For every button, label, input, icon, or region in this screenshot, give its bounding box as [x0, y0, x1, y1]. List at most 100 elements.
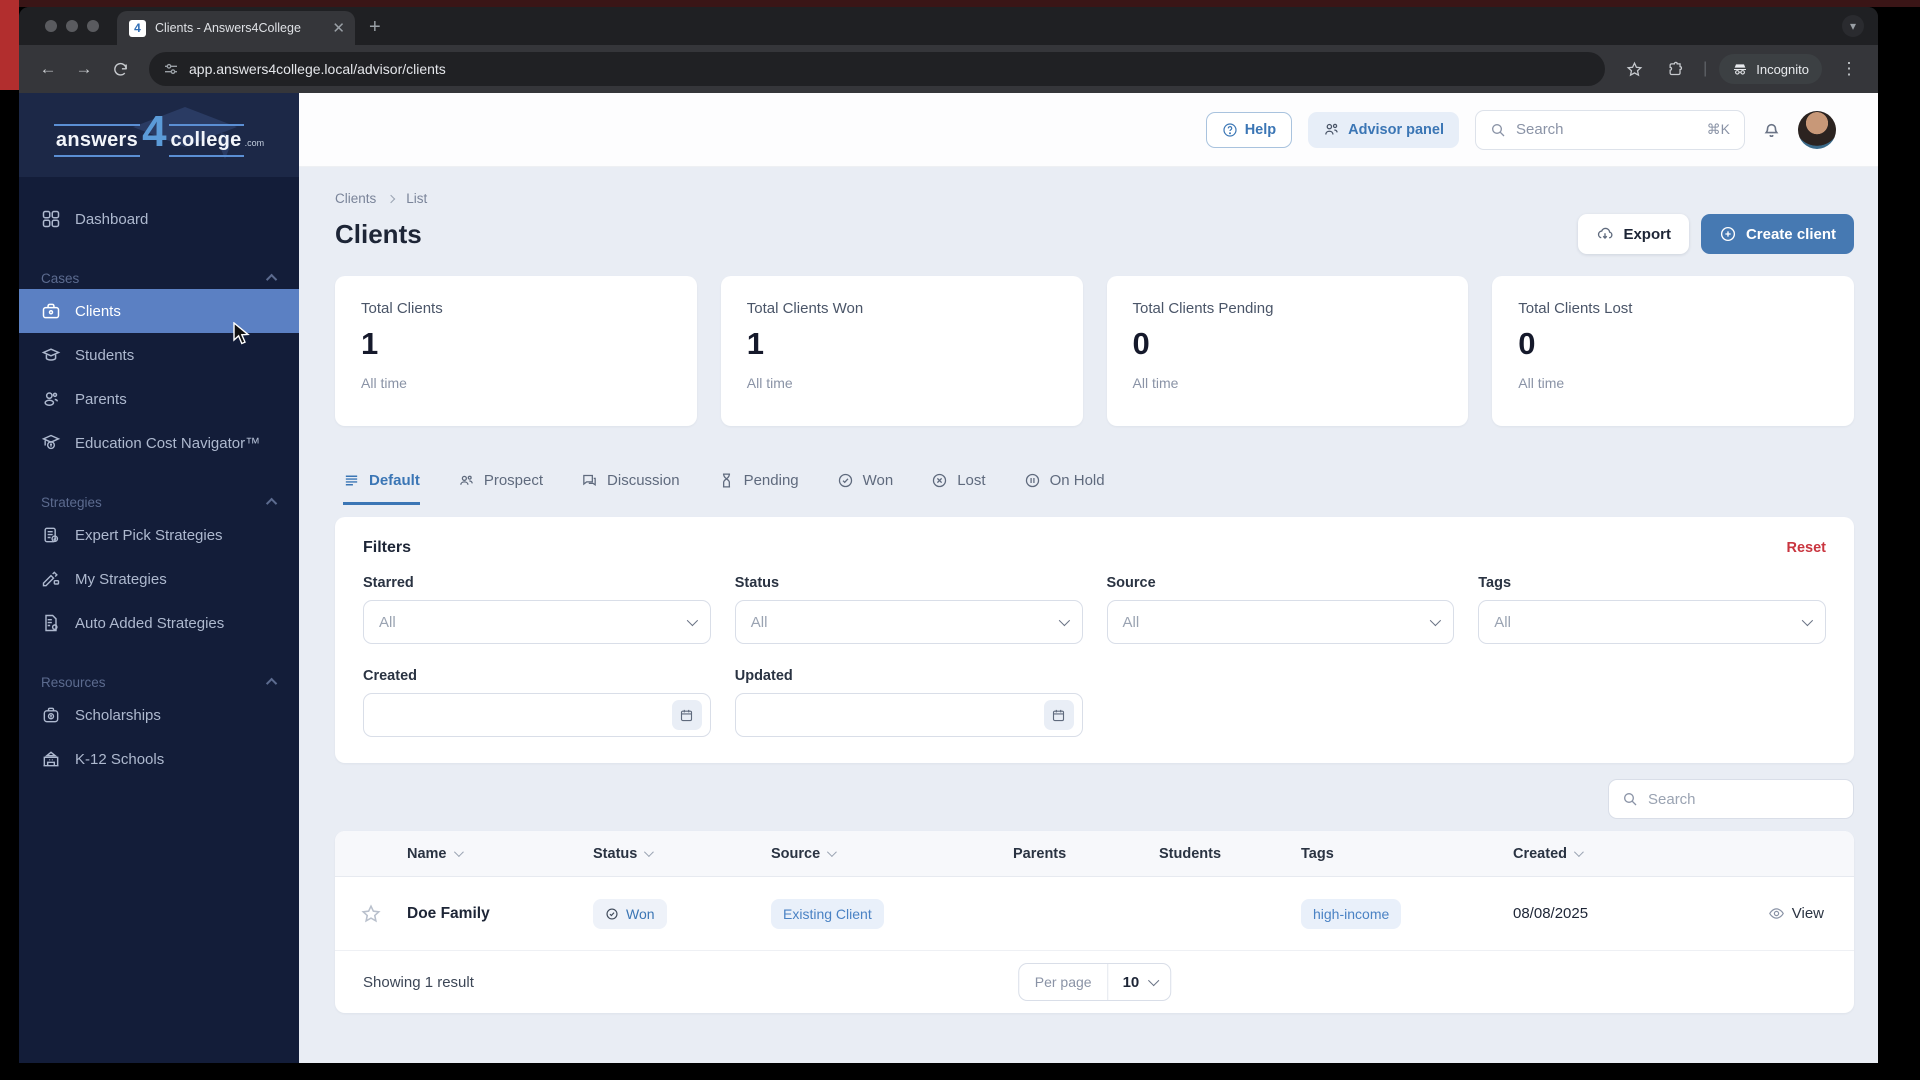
breadcrumb-chevron-icon [387, 194, 396, 203]
tab-won[interactable]: Won [837, 472, 893, 505]
stats-cards: Total Clients 1 All time Total Clients W… [335, 276, 1854, 426]
export-button[interactable]: Export [1578, 214, 1689, 254]
sidebar-item-k12-schools[interactable]: K-12 Schools [19, 737, 299, 781]
stat-value: 0 [1132, 326, 1150, 361]
select-value: All [1494, 613, 1511, 631]
eye-icon [1768, 908, 1784, 919]
source-select[interactable]: All [1106, 600, 1455, 644]
stat-label: Total Clients [361, 300, 443, 317]
sidebar-item-parents[interactable]: Parents [19, 377, 299, 421]
browser-menu-icon[interactable]: ⋮ [1834, 54, 1864, 84]
logo[interactable]: answers 4 college .com [19, 93, 299, 177]
calendar-icon[interactable] [671, 700, 702, 730]
x-circle-icon [933, 473, 947, 488]
cloud-download-icon [1598, 227, 1613, 240]
tab-close-icon[interactable]: ✕ [332, 19, 345, 37]
column-header-created[interactable]: Created [1513, 846, 1742, 862]
document-gear-icon [45, 614, 58, 632]
tab-lost[interactable]: Lost [931, 472, 986, 505]
calendar-icon[interactable] [1043, 700, 1074, 730]
sidebar-item-dashboard[interactable]: Dashboard [19, 197, 299, 241]
check-circle-icon [838, 473, 852, 488]
window-controls[interactable] [45, 20, 99, 32]
tab-default[interactable]: Default [343, 472, 420, 505]
global-search-input[interactable]: Search ⌘K [1475, 109, 1745, 150]
updated-date-input[interactable] [734, 693, 1083, 737]
chevron-down-icon [686, 614, 698, 627]
forward-icon[interactable]: → [69, 54, 99, 84]
starred-select[interactable]: All [363, 600, 711, 644]
per-page-control[interactable]: Per page 10 [1017, 963, 1172, 1001]
table-row[interactable]: Doe Family Won Existing Client high-inco… [335, 877, 1854, 951]
bookmark-star-icon[interactable] [1619, 54, 1649, 84]
sidebar-item-expert-pick-strategies[interactable]: Expert Pick Strategies [19, 513, 299, 557]
chevron-down-icon [1058, 614, 1070, 627]
breadcrumb-clients[interactable]: Clients [335, 191, 376, 206]
filter-label: Updated [734, 668, 793, 684]
sidebar-item-clients[interactable]: Clients [19, 289, 299, 333]
extensions-icon[interactable] [1661, 54, 1691, 84]
sidebar-item-label: Parents [75, 390, 127, 408]
app-header: Help Advisor panel Search ⌘K [299, 93, 1878, 167]
stat-period: All time [746, 375, 793, 391]
table-search-input[interactable]: Search [1608, 779, 1854, 819]
tab-on-hold[interactable]: On Hold [1024, 472, 1105, 505]
sidebar-item-auto-added-strategies[interactable]: Auto Added Strategies [19, 601, 299, 645]
notifications-bell-icon[interactable] [1761, 119, 1782, 140]
filter-label: Created [363, 668, 417, 684]
sidebar-section-strategies[interactable]: Strategies [19, 491, 299, 513]
chat-icon [583, 474, 596, 486]
column-header-source[interactable]: Source [771, 846, 1013, 862]
back-icon[interactable]: ← [33, 54, 63, 84]
briefcase-icon [42, 303, 60, 319]
status-select[interactable]: All [734, 600, 1083, 644]
maximize-window-button[interactable] [87, 20, 99, 32]
column-header-status[interactable]: Status [593, 846, 771, 862]
incognito-badge: Incognito [1719, 54, 1822, 84]
client-name[interactable]: Doe Family [407, 905, 593, 923]
minimize-window-button[interactable] [66, 20, 78, 32]
tags-select[interactable]: All [1478, 600, 1826, 644]
site-settings-icon[interactable] [163, 61, 179, 77]
tab-prospect[interactable]: Prospect [458, 472, 543, 505]
breadcrumb: Clients List [335, 191, 1854, 206]
help-button[interactable]: Help [1205, 111, 1293, 148]
sidebar-item-scholarships[interactable]: Scholarships [19, 693, 299, 737]
star-icon[interactable] [335, 903, 407, 925]
per-page-select[interactable]: 10 [1109, 974, 1171, 991]
sidebar-section-cases[interactable]: Cases [19, 267, 299, 289]
column-header-parents: Parents [1013, 845, 1067, 862]
sidebar-nav: Dashboard Cases Clients Students Parents… [19, 177, 299, 781]
results-summary: Showing 1 result [363, 973, 474, 991]
filter-starred: Starred All [363, 575, 711, 644]
user-avatar[interactable] [1798, 110, 1836, 149]
sidebar-section-resources[interactable]: Resources [19, 671, 299, 693]
url-bar[interactable]: app.answers4college.local/advisor/client… [149, 52, 1606, 86]
sidebar-item-label: Dashboard [75, 210, 149, 228]
tab-discussion[interactable]: Discussion [581, 472, 680, 505]
create-client-button[interactable]: Create client [1700, 214, 1854, 254]
url-text: app.answers4college.local/advisor/client… [189, 61, 446, 77]
stat-value: 0 [1518, 326, 1536, 361]
view-button[interactable]: View [1742, 905, 1854, 922]
sort-chevron-icon [644, 847, 655, 858]
tab-label: Discussion [607, 472, 680, 489]
reload-icon[interactable] [105, 54, 135, 84]
advisor-panel-button[interactable]: Advisor panel [1308, 111, 1459, 148]
clipboard-check-icon [44, 527, 59, 543]
stat-label: Total Clients Pending [1132, 300, 1274, 317]
column-header-name[interactable]: Name [407, 846, 593, 862]
reset-filters-link[interactable]: Reset [1787, 540, 1827, 556]
tab-pending[interactable]: Pending [718, 472, 799, 505]
sidebar-item-my-strategies[interactable]: My Strategies [19, 557, 299, 601]
close-window-button[interactable] [45, 20, 57, 32]
browser-tab[interactable]: 4 Clients - Answers4College ✕ [117, 11, 355, 45]
created-date-input[interactable] [363, 693, 711, 737]
sidebar-item-students[interactable]: Students [19, 333, 299, 377]
sidebar-item-education-cost-navigator[interactable]: Education Cost Navigator™ [19, 421, 299, 465]
create-client-label: Create client [1745, 225, 1836, 243]
filter-label: Status [734, 575, 780, 591]
toolbar-separator: | [1703, 60, 1708, 77]
tab-search-chevron-icon[interactable]: ▾ [1842, 15, 1864, 37]
new-tab-button[interactable]: + [369, 17, 381, 37]
